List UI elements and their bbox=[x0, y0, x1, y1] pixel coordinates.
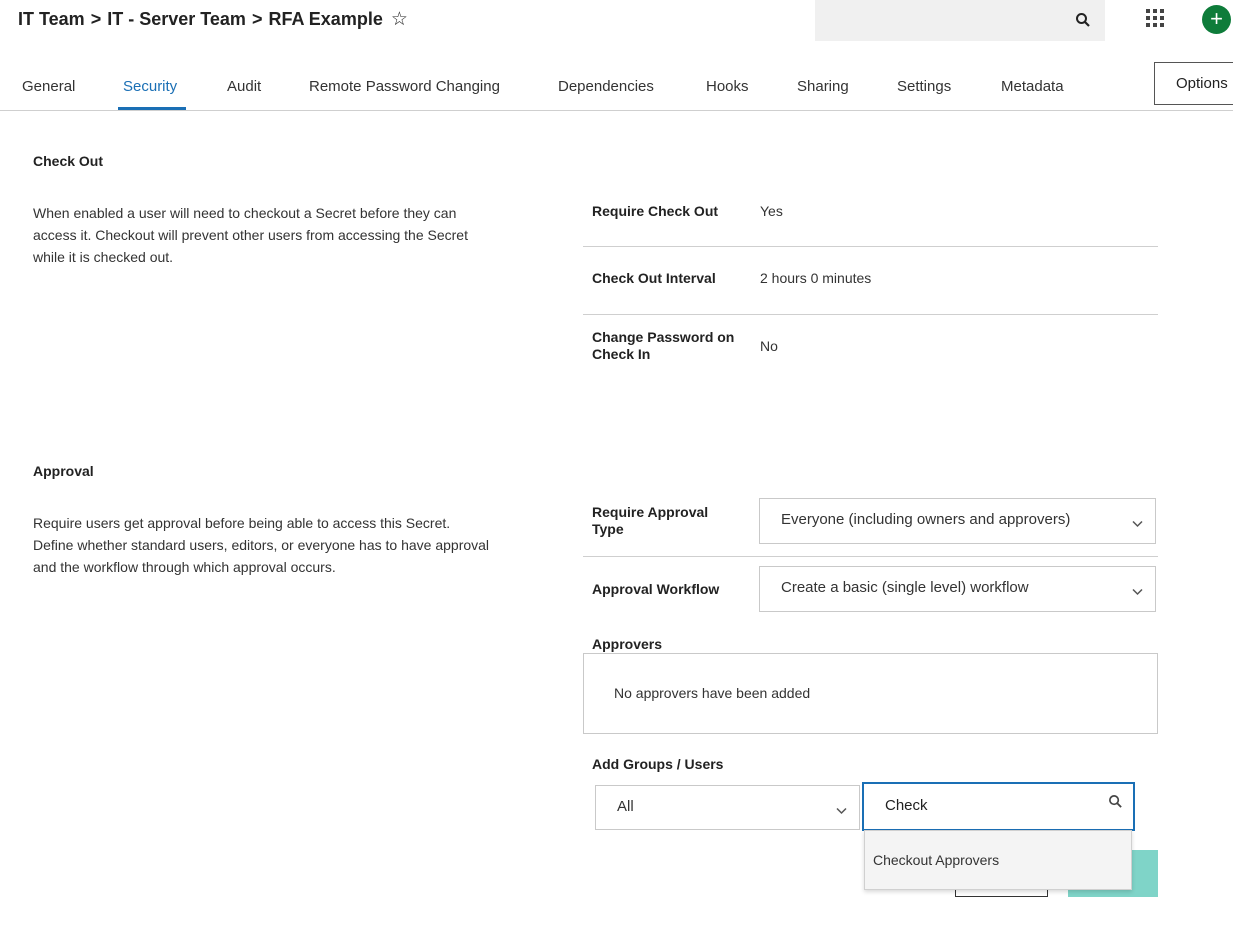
approvers-empty-message: No approvers have been added bbox=[614, 685, 811, 701]
suggestion-item[interactable]: Checkout Approvers bbox=[873, 852, 999, 868]
tab-metadata[interactable]: Metadata bbox=[1001, 78, 1064, 95]
approval-section-title: Approval bbox=[33, 463, 94, 479]
grid-icon[interactable] bbox=[1146, 9, 1166, 29]
checkout-section-title: Check Out bbox=[33, 153, 104, 169]
approvers-list: No approvers have been added bbox=[583, 653, 1158, 734]
page-title: RFA Example bbox=[268, 9, 383, 29]
star-outline-icon[interactable]: ☆ bbox=[391, 8, 408, 31]
divider bbox=[583, 246, 1158, 247]
search-suggestions-dropdown: Checkout Approvers bbox=[864, 830, 1132, 890]
change-password-checkin-value: No bbox=[760, 338, 778, 354]
require-checkout-label: Require Check Out bbox=[592, 203, 719, 219]
change-password-checkin-label: Change Password on Check In bbox=[592, 329, 735, 362]
approvers-label: Approvers bbox=[592, 636, 663, 652]
tab-bar: General Security Audit Remote Password C… bbox=[0, 67, 1233, 111]
require-approval-type-select[interactable]: Everyone (including owners and approvers… bbox=[759, 498, 1156, 544]
require-approval-type-value: Everyone (including owners and approvers… bbox=[781, 511, 1071, 528]
tab-audit[interactable]: Audit bbox=[227, 78, 261, 95]
breadcrumb-item-it-team[interactable]: IT Team bbox=[18, 9, 85, 29]
tab-remote-password-changing[interactable]: Remote Password Changing bbox=[309, 78, 500, 95]
breadcrumb-separator: > bbox=[90, 9, 102, 29]
divider bbox=[583, 556, 1158, 557]
chevron-down-icon bbox=[1132, 583, 1143, 600]
search-icon[interactable] bbox=[1108, 794, 1123, 813]
checkout-interval-label: Check Out Interval bbox=[592, 270, 716, 286]
require-checkout-value: Yes bbox=[760, 203, 783, 219]
options-button[interactable]: Options bbox=[1154, 62, 1233, 105]
chevron-down-icon bbox=[1132, 515, 1143, 532]
approval-workflow-label: Approval Workflow bbox=[592, 581, 720, 597]
user-type-filter-select[interactable]: All bbox=[595, 785, 860, 830]
approval-workflow-value: Create a basic (single level) workflow bbox=[781, 579, 1029, 596]
tab-sharing[interactable]: Sharing bbox=[797, 78, 849, 95]
checkout-description: When enabled a user will need to checkou… bbox=[33, 205, 468, 265]
add-groups-users-label: Add Groups / Users bbox=[592, 756, 724, 772]
search-icon[interactable] bbox=[1075, 12, 1091, 32]
user-search-field[interactable] bbox=[862, 782, 1135, 831]
tab-hooks[interactable]: Hooks bbox=[706, 78, 749, 95]
tab-general[interactable]: General bbox=[22, 78, 75, 95]
tab-security[interactable]: Security bbox=[123, 78, 177, 95]
checkout-interval-value: 2 hours 0 minutes bbox=[760, 270, 872, 286]
active-tab-indicator bbox=[118, 107, 186, 110]
approval-description: Require users get approval before being … bbox=[33, 515, 490, 575]
breadcrumb: IT Team > IT - Server Team > RFA Example ☆ bbox=[18, 8, 408, 31]
global-search-bar[interactable] bbox=[815, 0, 1105, 41]
breadcrumb-separator: > bbox=[251, 9, 263, 29]
divider bbox=[583, 314, 1158, 315]
plus-icon[interactable]: + bbox=[1202, 5, 1231, 34]
user-type-filter-value: All bbox=[617, 798, 634, 815]
user-search-input[interactable] bbox=[885, 797, 1085, 814]
chevron-down-icon bbox=[836, 802, 847, 819]
require-approval-type-label: Require Approval Type bbox=[592, 504, 709, 537]
tab-dependencies[interactable]: Dependencies bbox=[558, 78, 654, 95]
breadcrumb-item-server-team[interactable]: IT - Server Team bbox=[107, 9, 246, 29]
approval-workflow-select[interactable]: Create a basic (single level) workflow bbox=[759, 566, 1156, 612]
tab-settings[interactable]: Settings bbox=[897, 78, 951, 95]
